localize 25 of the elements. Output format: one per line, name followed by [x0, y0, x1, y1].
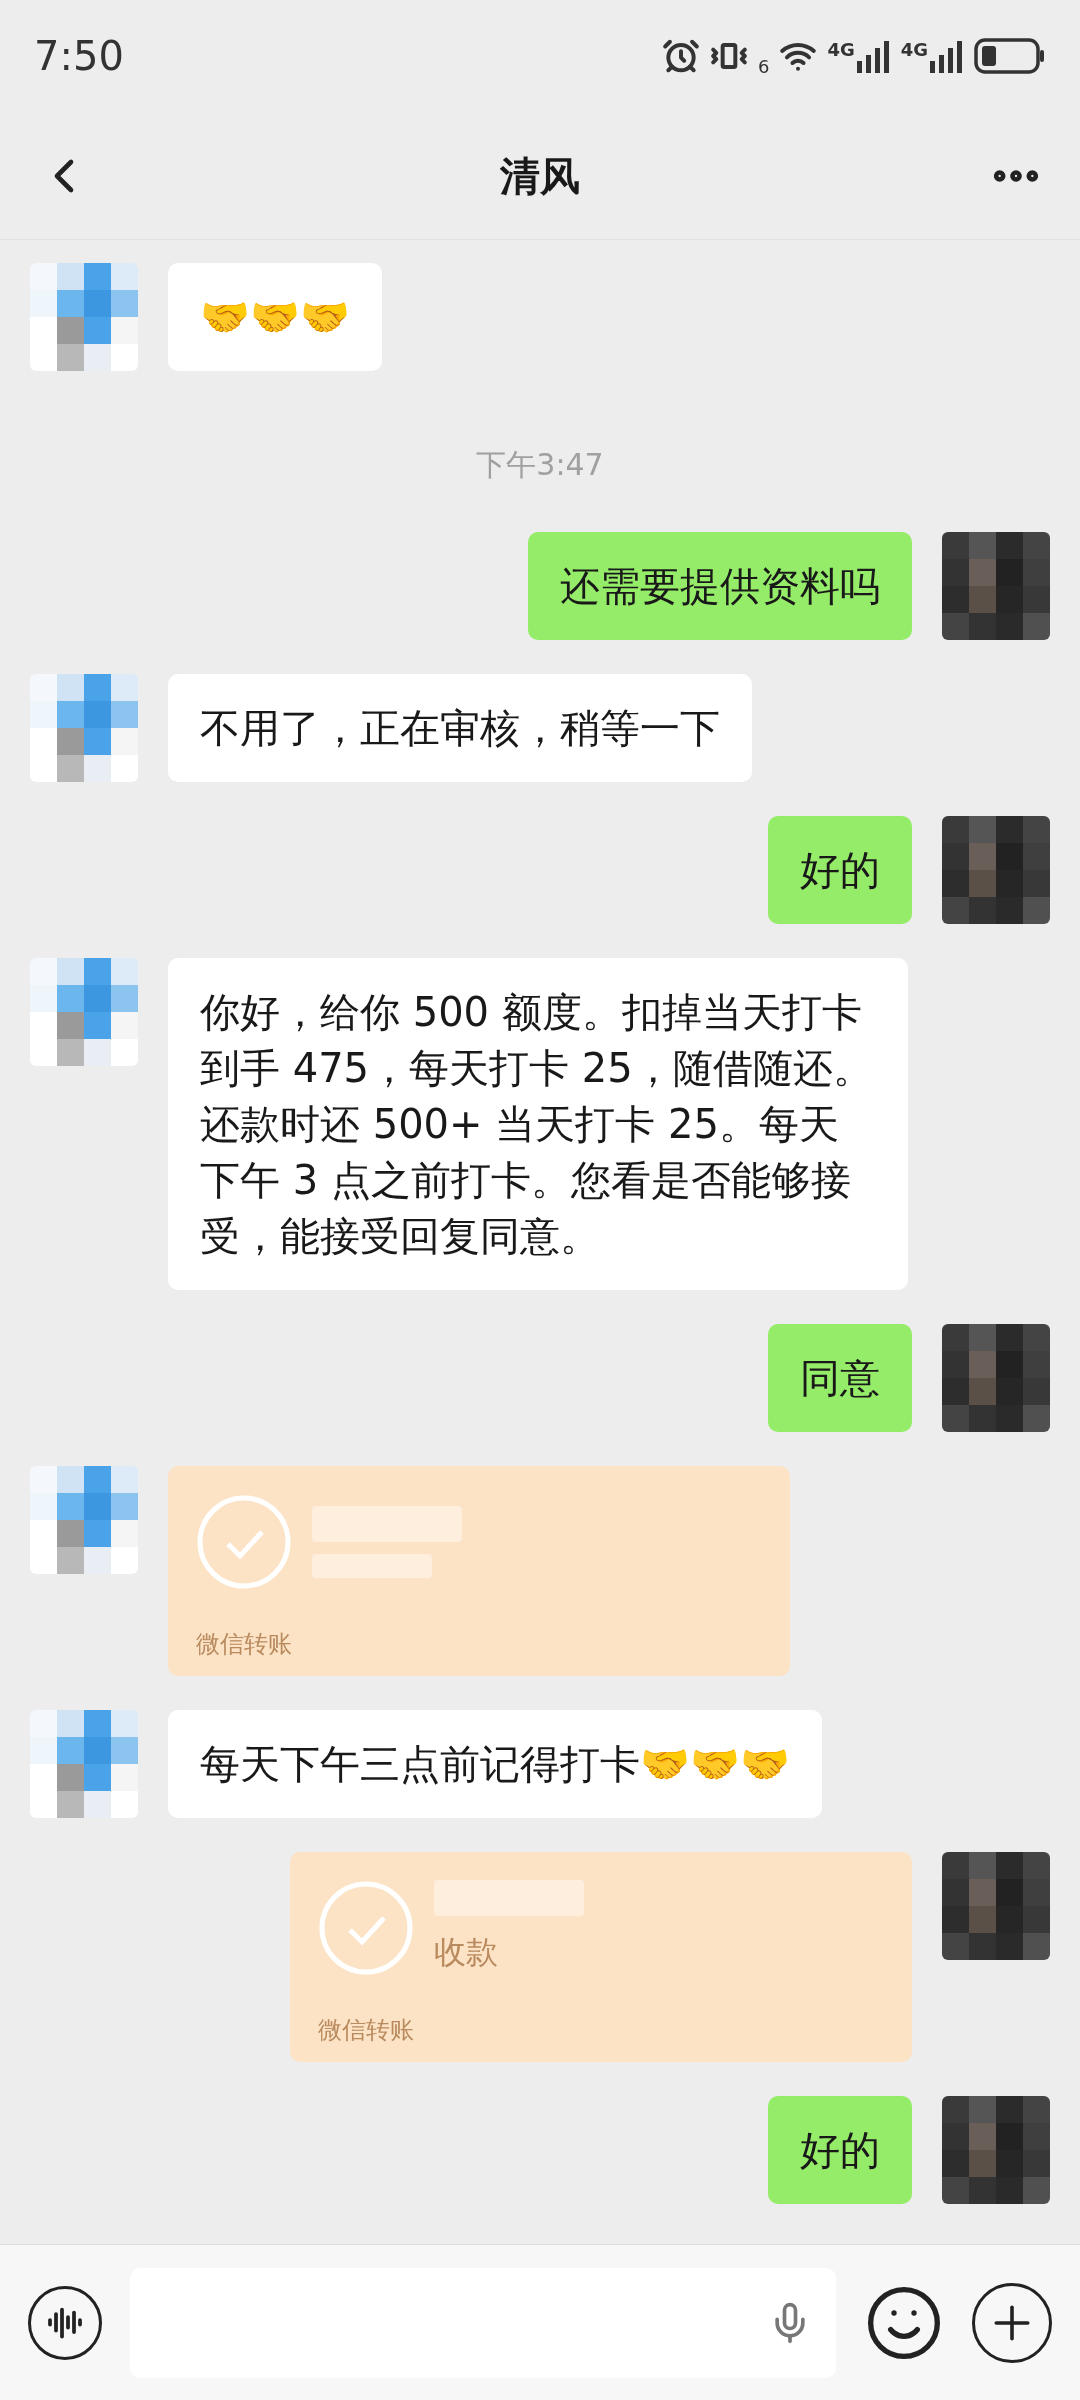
voice-button[interactable]: [28, 2285, 102, 2360]
message-bubble[interactable]: 你好，给你 500 额度。扣掉当天打卡到手 475，每天打卡 25，随借随还。还款时还 500+ 当天打卡 25。每天下午 3 点之前打卡。您看是否能够接受，能接受回复同意。: [168, 958, 908, 1290]
transfer-label: 微信转账: [318, 2015, 415, 2046]
chat-title: 清风: [500, 151, 580, 201]
network-label: 4G: [900, 41, 928, 59]
check-circle-icon: [196, 1494, 292, 1590]
timestamp: 下午3:47: [476, 446, 604, 484]
signal-icon: [930, 39, 964, 73]
status-time: 7:50: [34, 32, 124, 81]
add-button[interactable]: [972, 2282, 1052, 2363]
message-bubble[interactable]: 同意: [768, 1324, 912, 1432]
wifi-label: 6: [757, 54, 770, 79]
battery-icon: [974, 37, 1046, 75]
message-bubble[interactable]: 不用了，正在审核，稍等一下: [168, 674, 752, 782]
alarm-icon: [661, 37, 700, 75]
transfer-status: 收款: [434, 1932, 499, 1973]
message-bubble[interactable]: 每天下午三点前记得打卡🤝🤝🤝: [168, 1710, 822, 1818]
signal-icon: [856, 39, 891, 73]
check-circle-icon: [318, 1880, 414, 1976]
transfer-label: 微信转账: [196, 1629, 293, 1660]
message-bubble[interactable]: 好的: [768, 2096, 912, 2204]
network-label: 4G: [827, 41, 855, 59]
message-bubble[interactable]: 还需要提供资料吗: [528, 532, 912, 640]
message-bubble[interactable]: 好的: [768, 816, 912, 924]
message-input[interactable]: [130, 2267, 836, 2378]
